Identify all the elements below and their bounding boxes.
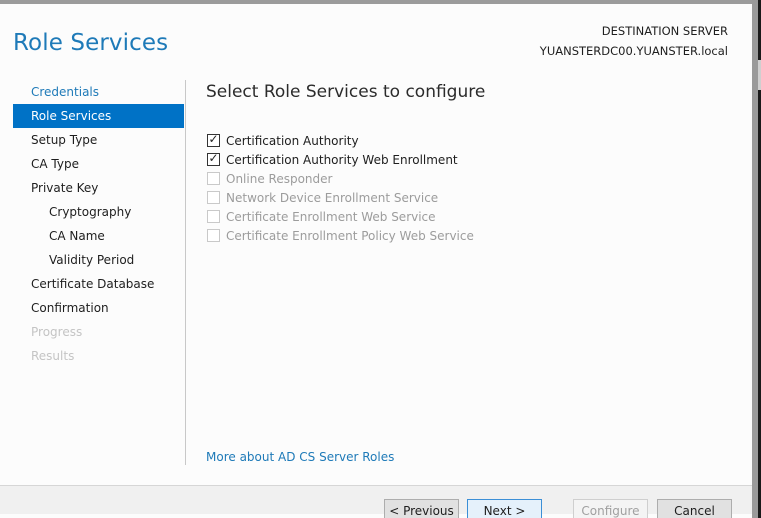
destination-server-label: DESTINATION SERVER — [601, 24, 728, 38]
option-label: Online Responder — [226, 171, 333, 186]
checkbox — [207, 210, 220, 223]
destination-server-info: DESTINATION SERVER YUANSTERDC00.YUANSTER… — [540, 21, 728, 61]
nav-divider — [185, 80, 186, 465]
option-cert-enrollment-policy-web-service: Certificate Enrollment Policy Web Servic… — [207, 226, 474, 245]
option-online-responder: Online Responder — [207, 169, 474, 188]
option-label: Certification Authority Web Enrollment — [226, 152, 458, 167]
nav-item-results: Results — [31, 349, 75, 363]
checkbox[interactable]: ✓ — [207, 151, 220, 166]
checkmark-icon: ✓ — [208, 132, 219, 146]
next-button[interactable]: Next > — [467, 499, 542, 518]
checkbox — [207, 191, 220, 204]
nav-item-progress: Progress — [31, 325, 83, 339]
nav-item-setup-type[interactable]: Setup Type — [13, 128, 184, 152]
nav-item-credentials[interactable]: Credentials — [13, 80, 184, 104]
option-certification-authority[interactable]: ✓ Certification Authority — [207, 131, 474, 150]
nav-item-confirmation[interactable]: Confirmation — [13, 296, 184, 320]
nav-item-ca-name[interactable]: CA Name — [13, 224, 184, 248]
configure-button: Configure — [573, 499, 648, 518]
checkbox — [207, 172, 220, 185]
cancel-button[interactable]: Cancel — [657, 499, 732, 518]
role-services-list: ✓ Certification Authority ✓ Certificatio… — [207, 131, 474, 245]
option-label: Certification Authority — [226, 133, 359, 148]
section-heading: Select Role Services to configure — [206, 82, 486, 102]
destination-server-name: YUANSTERDC00.YUANSTER.local — [539, 44, 728, 58]
previous-button[interactable]: < Previous — [384, 499, 459, 518]
checkmark-icon: ✓ — [208, 151, 219, 165]
option-cert-enrollment-web-service: Certificate Enrollment Web Service — [207, 207, 474, 226]
more-about-link[interactable]: More about AD CS Server Roles — [206, 450, 394, 464]
wizard-nav: Credentials Role Services Setup Type CA … — [13, 80, 184, 368]
nav-item-role-services[interactable]: Role Services — [13, 104, 184, 128]
option-label: Network Device Enrollment Service — [226, 190, 439, 205]
checkbox — [207, 229, 220, 242]
option-label: Certificate Enrollment Policy Web Servic… — [226, 228, 474, 243]
nav-item-validity-period[interactable]: Validity Period — [13, 248, 184, 272]
option-label: Certificate Enrollment Web Service — [226, 209, 436, 224]
nav-item-certificate-database[interactable]: Certificate Database — [13, 272, 184, 296]
page-title: Role Services — [13, 30, 169, 56]
nav-item-ca-type[interactable]: CA Type — [13, 152, 184, 176]
nav-item-private-key[interactable]: Private Key — [13, 176, 184, 200]
option-ca-web-enrollment[interactable]: ✓ Certification Authority Web Enrollment — [207, 150, 474, 169]
option-ndes: Network Device Enrollment Service — [207, 188, 474, 207]
nav-item-cryptography[interactable]: Cryptography — [13, 200, 184, 224]
checkbox[interactable]: ✓ — [207, 132, 220, 147]
